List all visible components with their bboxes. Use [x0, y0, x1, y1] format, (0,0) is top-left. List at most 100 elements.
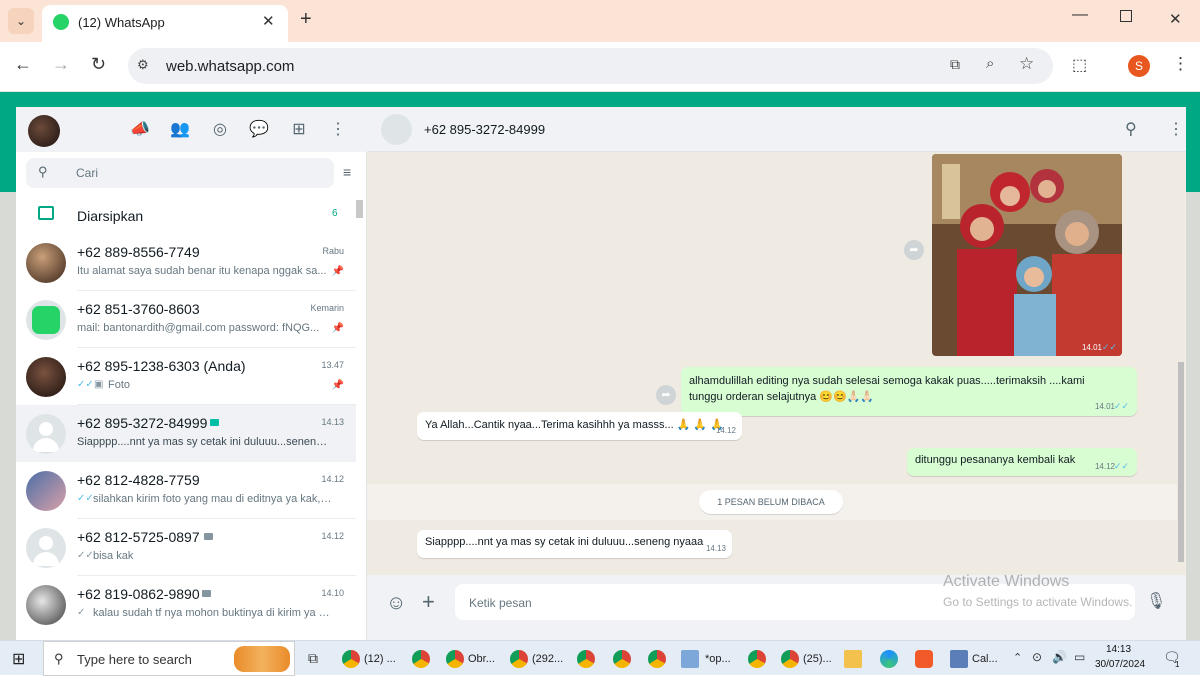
- close-window-icon[interactable]: ✕: [1169, 10, 1182, 28]
- bookmark-star-icon[interactable]: ☆: [1019, 54, 1034, 74]
- back-icon[interactable]: ←: [14, 54, 32, 75]
- chat-row[interactable]: +62 819-0862-9890 14.10 ✓ kalau sudah tf…: [16, 576, 356, 633]
- taskbar-search[interactable]: ⚲ Type here to search: [43, 641, 295, 676]
- windows-start-icon[interactable]: ⊞: [12, 649, 25, 669]
- activate-windows-title: Activate Windows: [943, 573, 1070, 590]
- message-bubble-incoming[interactable]: Ya Allah...Cantik nyaa...Terima kasihhh …: [417, 412, 742, 440]
- my-avatar[interactable]: [28, 115, 60, 147]
- message-text: Ya Allah...Cantik nyaa...Terima kasihhh …: [425, 419, 724, 431]
- search-icon[interactable]: ⚲: [1125, 119, 1137, 139]
- contact-avatar[interactable]: [381, 114, 412, 145]
- close-tab-icon[interactable]: ✕: [262, 12, 275, 30]
- channels-chat-icon[interactable]: 💬: [248, 119, 270, 141]
- archived-count: 6: [332, 208, 338, 219]
- chat-row[interactable]: +62 895-1238-6303 (Anda) 13.47 ✓✓ ▣ Foto…: [16, 348, 356, 405]
- chat-time: 14.12: [321, 531, 344, 541]
- photo-icon: ▣: [94, 379, 104, 390]
- taskbar-chrome-1[interactable]: (12) ...: [342, 646, 396, 672]
- tab-search-button[interactable]: ⌄: [8, 8, 34, 34]
- taskbar-chrome-4[interactable]: (25)...: [781, 646, 832, 672]
- extensions-icon[interactable]: ⬚: [1072, 55, 1087, 75]
- chat-row[interactable]: +62 851-3760-8603 Kemarin mail: bantonar…: [16, 291, 356, 348]
- site-info-icon[interactable]: ⚙: [137, 57, 149, 73]
- pin-icon: 📌: [331, 323, 344, 334]
- chat-time: Rabu: [322, 246, 344, 256]
- search-input[interactable]: Cari: [76, 166, 98, 180]
- image-message[interactable]: 14.01 ✓✓: [932, 154, 1122, 356]
- file-explorer-icon[interactable]: [844, 650, 862, 668]
- unread-divider: 1 PESAN BELUM DIBACA: [699, 490, 843, 514]
- clock-date[interactable]: 30/07/2024: [1095, 659, 1145, 670]
- taskbar-item-label: *op...: [705, 653, 731, 665]
- archived-row[interactable]: Diarsipkan 6: [16, 195, 367, 233]
- task-view-icon[interactable]: ⧉: [308, 650, 318, 667]
- chrome-icon[interactable]: [648, 650, 666, 668]
- channels-icon[interactable]: 📣: [129, 119, 151, 141]
- tray-chevron-icon[interactable]: ⌃: [1013, 651, 1022, 664]
- forward-icon[interactable]: ➦: [656, 385, 676, 405]
- minimize-icon[interactable]: —: [1072, 6, 1088, 24]
- message-bubble-incoming[interactable]: Siapppp....nnt ya mas sy cetak ini duluu…: [417, 530, 732, 558]
- default-avatar-icon: [26, 414, 66, 454]
- chat-row[interactable]: +62 812-5725-0897 14.12 ✓✓ bisa kak: [16, 519, 356, 576]
- display-icon[interactable]: ▭: [1074, 650, 1085, 664]
- communities-icon[interactable]: 👥: [169, 119, 191, 141]
- emoji-icon[interactable]: ☺: [386, 592, 406, 615]
- chrome-icon[interactable]: [748, 650, 766, 668]
- chrome-icon[interactable]: [613, 650, 631, 668]
- message-input-placeholder: Ketik pesan: [469, 596, 532, 610]
- reload-icon[interactable]: ↻: [91, 54, 106, 75]
- forward-icon[interactable]: →: [52, 54, 70, 75]
- chat-row[interactable]: +62 889-8556-7749 Rabu Itu alamat saya s…: [16, 234, 356, 291]
- filter-icon[interactable]: ≡: [343, 164, 351, 180]
- taskbar-calculator[interactable]: Cal...: [950, 646, 998, 672]
- edge-icon[interactable]: [880, 650, 898, 668]
- chat-list: Diarsipkan 6 +62 889-8556-7749 Rabu Itu …: [16, 195, 367, 640]
- contact-name[interactable]: +62 895-3272-84999: [424, 122, 545, 137]
- chat-time: 14.10: [321, 588, 344, 598]
- microphone-icon[interactable]: 🎙: [1146, 591, 1166, 611]
- install-app-icon[interactable]: ⧉: [950, 56, 960, 73]
- brave-icon[interactable]: [915, 650, 933, 668]
- address-bar[interactable]: ⚙ web.whatsapp.com ⧉ ⌕ ☆: [128, 48, 1053, 84]
- search-box[interactable]: ⚲ Cari: [26, 158, 334, 188]
- message-time: 14.01: [1094, 402, 1115, 411]
- status-icon[interactable]: ◎: [209, 119, 231, 141]
- scrollbar-thumb[interactable]: [356, 200, 363, 218]
- default-avatar-icon: [26, 528, 66, 568]
- message-time: 14.12: [1094, 462, 1115, 471]
- chat-name: +62 812-5725-0897: [77, 529, 200, 545]
- label-tag-icon: [202, 590, 211, 597]
- clock-time[interactable]: 14:13: [1106, 644, 1131, 655]
- message-text: alhamdulillah editing nya sudah selesai …: [689, 375, 1085, 403]
- scrollbar-thumb[interactable]: [1178, 362, 1184, 562]
- browser-menu-icon[interactable]: ⋮: [1172, 54, 1189, 74]
- tray-app-icon[interactable]: ⊙: [1032, 650, 1042, 664]
- taskbar-chrome-2[interactable]: Obr...: [446, 646, 495, 672]
- browser-tab[interactable]: (12) WhatsApp ✕: [42, 5, 288, 42]
- maximize-icon[interactable]: [1120, 10, 1132, 22]
- calculator-icon: [950, 650, 968, 668]
- menu-icon[interactable]: ⋮: [327, 119, 349, 141]
- taskbar-chrome-3[interactable]: (292...: [510, 646, 563, 672]
- chrome-icon[interactable]: [577, 650, 595, 668]
- message-bubble-outgoing[interactable]: alhamdulillah editing nya sudah selesai …: [681, 367, 1137, 416]
- avatar: [26, 300, 66, 340]
- menu-icon[interactable]: ⋮: [1168, 119, 1184, 139]
- new-tab-icon[interactable]: +: [300, 8, 312, 31]
- attach-plus-icon[interactable]: +: [422, 589, 435, 615]
- chat-time: Kemarin: [310, 303, 344, 313]
- forward-icon[interactable]: ➦: [904, 240, 924, 260]
- taskbar-editor[interactable]: *op...: [681, 646, 731, 672]
- new-chat-icon[interactable]: ⊞: [288, 119, 310, 141]
- chat-row[interactable]: +62 812-4828-7759 14.12 ✓✓ silahkan kiri…: [16, 462, 356, 519]
- chat-row-selected[interactable]: +62 895-3272-84999 14.13 Siapppp....nnt …: [16, 405, 356, 462]
- profile-avatar[interactable]: S: [1128, 55, 1150, 77]
- message-bubble-outgoing[interactable]: ditunggu pesananya kembali kak 14.12 ✓✓: [907, 448, 1137, 476]
- conversation-header[interactable]: +62 895-3272-84999 ⚲ ⋮: [367, 107, 1186, 152]
- chat-name: +62 889-8556-7749: [77, 244, 200, 260]
- zoom-icon[interactable]: ⌕: [986, 55, 994, 72]
- read-ticks-icon: ✓✓: [1113, 461, 1129, 471]
- volume-icon[interactable]: 🔊: [1052, 650, 1067, 664]
- chrome-icon[interactable]: [412, 650, 430, 668]
